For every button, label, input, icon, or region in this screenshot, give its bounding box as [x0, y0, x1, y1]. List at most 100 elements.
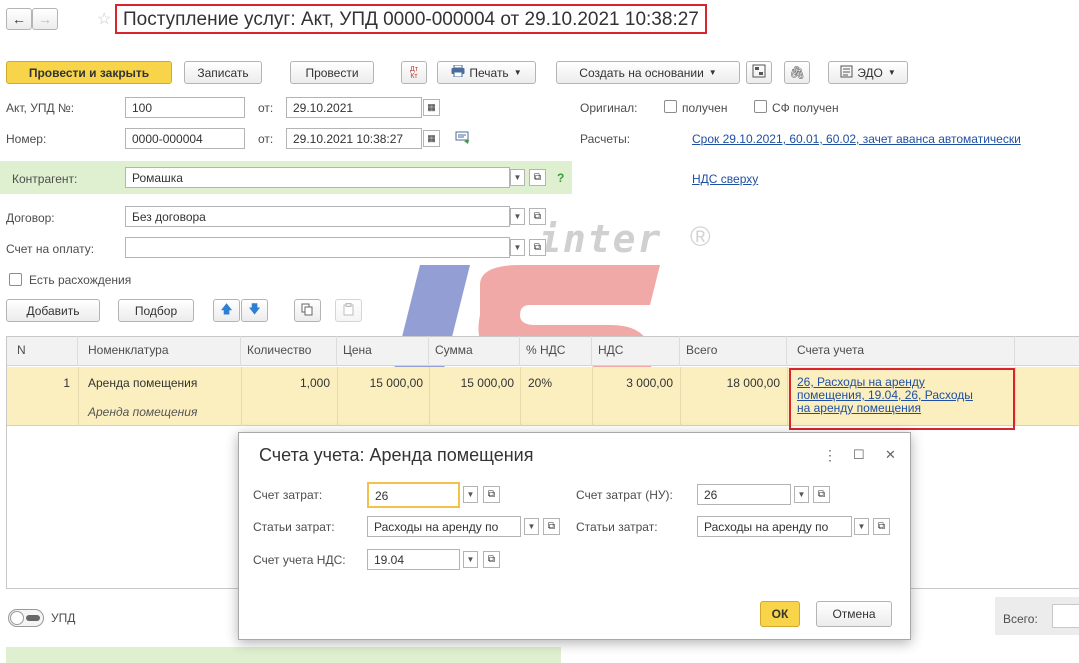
discrepancy-checkbox[interactable]: [9, 273, 22, 286]
col-header-item[interactable]: Номенклатура: [78, 336, 241, 366]
cost-items-field[interactable]: Расходы на аренду по: [367, 516, 521, 537]
dtkt-button[interactable]: Дт Кт: [401, 61, 427, 84]
calendar-button[interactable]: ▦: [423, 130, 440, 147]
original-received-checkbox[interactable]: [664, 100, 677, 113]
move-down-button[interactable]: 🡇: [241, 299, 268, 322]
copy-button[interactable]: [294, 299, 321, 322]
back-button[interactable]: ←: [6, 8, 32, 30]
upd-toggle[interactable]: [8, 609, 44, 627]
col-header-price[interactable]: Цена: [337, 336, 429, 366]
vat-link[interactable]: НДС сверху: [692, 172, 758, 186]
vat-account-field[interactable]: 19.04: [367, 549, 460, 570]
chevron-down-icon: ▼: [513, 243, 522, 252]
counterparty-dropdown[interactable]: ▼: [510, 169, 525, 186]
cost-account-nu-field[interactable]: 26: [697, 484, 791, 505]
more-icon[interactable]: ⋮: [823, 447, 837, 464]
counterparty-open-button[interactable]: ⧉: [529, 169, 546, 186]
sf-received-label: СФ получен: [772, 101, 839, 115]
cancel-button[interactable]: Отмена: [816, 601, 892, 627]
cost-account-field[interactable]: 26: [367, 482, 460, 508]
edo-button[interactable]: ЭДО ▼: [828, 61, 908, 84]
cost-account-nu-open-button[interactable]: ⧉: [813, 486, 830, 503]
copy-icon: [301, 303, 314, 319]
invoice-open-button[interactable]: ⧉: [529, 239, 546, 256]
col-header-sum[interactable]: Сумма: [429, 336, 520, 366]
vat-account-dropdown[interactable]: ▼: [463, 551, 478, 568]
paste-button[interactable]: [335, 299, 362, 322]
col-header-accounts[interactable]: Счета учета: [787, 336, 1015, 366]
row-divider: [787, 367, 788, 426]
cost-items-nu-dropdown[interactable]: ▼: [854, 518, 869, 535]
col-header-total[interactable]: Всего: [680, 336, 787, 366]
maximize-icon[interactable]: ☐: [853, 447, 865, 463]
cell-item-sub[interactable]: Аренда помещения: [88, 405, 197, 419]
cell-vat[interactable]: 3 000,00: [592, 376, 673, 390]
star-icon[interactable]: ☆: [97, 9, 111, 29]
col-header-n[interactable]: N: [7, 336, 78, 366]
cell-qty[interactable]: 1,000: [241, 376, 330, 390]
cost-account-open-button[interactable]: ⧉: [483, 486, 500, 503]
col-header-qty[interactable]: Количество: [241, 336, 337, 366]
chevron-down-icon: ▼: [887, 68, 896, 77]
contract-field[interactable]: Без договора: [125, 206, 510, 227]
vat-account-label: Счет учета НДС:: [253, 553, 346, 567]
close-icon[interactable]: ✕: [885, 447, 896, 463]
comment-icon[interactable]: [455, 131, 471, 148]
col-header-vat-rate[interactable]: % НДС: [520, 336, 592, 366]
chevron-down-icon: ▼: [513, 212, 522, 221]
cost-items-nu-open-button[interactable]: ⧉: [873, 518, 890, 535]
act-number-field[interactable]: 100: [125, 97, 245, 118]
cost-account-nu-dropdown[interactable]: ▼: [794, 486, 809, 503]
print-label: Печать: [469, 65, 509, 80]
printer-icon: [451, 64, 465, 80]
invoice-field[interactable]: [125, 237, 510, 258]
pick-button[interactable]: Подбор: [118, 299, 194, 322]
cost-items-open-button[interactable]: ⧉: [543, 518, 560, 535]
print-button[interactable]: Печать ▼: [437, 61, 536, 84]
chevron-down-icon: ▼: [708, 68, 717, 77]
arrow-right-icon: →: [38, 11, 52, 27]
sf-received-checkbox[interactable]: [754, 100, 767, 113]
watermark-inter: inter: [538, 217, 663, 261]
cost-account-dropdown[interactable]: ▼: [463, 486, 478, 503]
ok-button[interactable]: ОК: [760, 601, 800, 627]
accounts-link-line3[interactable]: на аренду помещения: [797, 402, 1013, 415]
col-header-vat[interactable]: НДС: [592, 336, 680, 366]
footer-total-field[interactable]: [1052, 604, 1079, 628]
settlements-link[interactable]: Срок 29.10.2021, 60.01, 60.02, зачет ава…: [692, 132, 1021, 146]
discrepancy-label: Есть расхождения: [29, 273, 132, 287]
arrow-up-icon: 🡅: [220, 302, 233, 316]
number-date-field[interactable]: 29.10.2021 10:38:27: [286, 128, 422, 149]
forward-button[interactable]: →: [32, 8, 58, 30]
bottom-green-strip: [6, 647, 561, 663]
cell-vat-rate[interactable]: 20%: [528, 376, 552, 390]
invoice-dropdown[interactable]: ▼: [510, 239, 525, 256]
cell-accounts[interactable]: 26, Расходы на аренду помещения, 19.04, …: [789, 368, 1015, 430]
contract-dropdown[interactable]: ▼: [510, 208, 525, 225]
post-and-close-button[interactable]: Провести и закрыть: [6, 61, 172, 84]
post-button[interactable]: Провести: [290, 61, 374, 84]
attach-button[interactable]: 🖇: [784, 61, 810, 84]
structure-icon: [752, 64, 766, 81]
cell-total[interactable]: 18 000,00: [680, 376, 780, 390]
move-up-button[interactable]: 🡅: [213, 299, 240, 322]
open-icon: ⧉: [487, 489, 496, 500]
cell-sum[interactable]: 15 000,00: [429, 376, 514, 390]
cost-items-dropdown[interactable]: ▼: [524, 518, 539, 535]
calendar-button[interactable]: ▦: [423, 99, 440, 116]
contract-open-button[interactable]: ⧉: [529, 208, 546, 225]
structure-button[interactable]: [746, 61, 772, 84]
vat-account-open-button[interactable]: ⧉: [483, 551, 500, 568]
act-date-field[interactable]: 29.10.2021: [286, 97, 422, 118]
add-button[interactable]: Добавить: [6, 299, 100, 322]
cell-price[interactable]: 15 000,00: [337, 376, 423, 390]
create-based-on-button[interactable]: Создать на основании ▼: [556, 61, 740, 84]
save-button[interactable]: Записать: [184, 61, 262, 84]
counterparty-field[interactable]: Ромашка: [125, 167, 510, 188]
number-field[interactable]: 0000-000004: [125, 128, 245, 149]
help-icon[interactable]: ?: [557, 171, 564, 185]
row-divider: [78, 367, 79, 426]
cell-item[interactable]: Аренда помещения: [88, 376, 197, 390]
open-icon: ⧉: [817, 489, 826, 500]
cost-items-nu-field[interactable]: Расходы на аренду по: [697, 516, 852, 537]
